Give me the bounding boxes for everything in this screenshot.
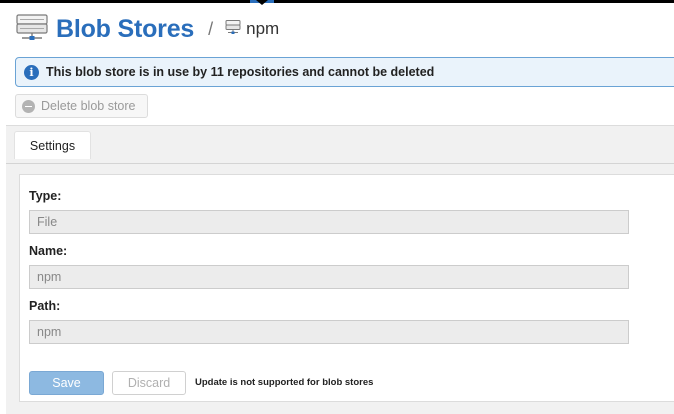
page-header: Blob Stores / npm bbox=[16, 12, 279, 46]
type-field[interactable]: File bbox=[29, 210, 629, 234]
breadcrumb-blob-store-icon bbox=[225, 19, 241, 40]
discard-button[interactable]: Discard bbox=[112, 371, 186, 395]
active-menu-notch bbox=[256, 0, 268, 5]
path-field[interactable]: npm bbox=[29, 320, 629, 344]
path-label: Path: bbox=[29, 299, 61, 313]
info-banner-text: This blob store is in use by 11 reposito… bbox=[46, 65, 435, 79]
blob-store-icon bbox=[16, 13, 48, 46]
save-button[interactable]: Save bbox=[29, 371, 104, 395]
delete-blob-store-button[interactable]: Delete blob store bbox=[15, 94, 148, 118]
minus-circle-icon bbox=[22, 99, 35, 113]
settings-form: Type: File Name: npm Path: npm Save Disc… bbox=[19, 174, 674, 402]
name-label: Name: bbox=[29, 244, 68, 258]
breadcrumb-separator: / bbox=[208, 18, 214, 39]
page-title[interactable]: Blob Stores bbox=[56, 15, 194, 44]
update-not-supported-note: Update is not supported for blob stores bbox=[195, 377, 374, 388]
name-field[interactable]: npm bbox=[29, 265, 629, 289]
info-icon: i bbox=[24, 64, 39, 80]
settings-panel: Settings Type: File Name: npm Path: npm … bbox=[6, 125, 674, 414]
delete-blob-store-label: Delete blob store bbox=[41, 99, 136, 113]
type-label: Type: bbox=[29, 189, 62, 203]
app-top-bar bbox=[0, 0, 674, 5]
breadcrumb-current: npm bbox=[246, 19, 280, 38]
tab-bar: Settings bbox=[6, 126, 674, 164]
info-banner: i This blob store is in use by 11 reposi… bbox=[15, 57, 674, 87]
tab-settings[interactable]: Settings bbox=[14, 131, 91, 159]
